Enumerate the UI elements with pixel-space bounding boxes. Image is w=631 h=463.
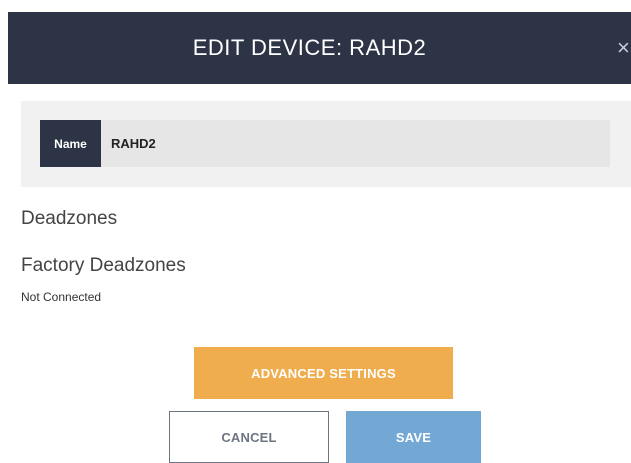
deadzones-heading: Deadzones <box>21 208 118 229</box>
modal-header: EDIT DEVICE: RAHD2 × <box>8 12 631 84</box>
modal-title: EDIT DEVICE: RAHD2 <box>192 35 427 60</box>
name-panel: Name <box>21 101 631 187</box>
name-input[interactable] <box>101 120 610 167</box>
name-label: Name <box>40 120 101 167</box>
factory-deadzones-heading: Factory Deadzones <box>21 255 186 276</box>
name-field: Name <box>40 120 610 167</box>
save-button[interactable]: SAVE <box>346 411 481 463</box>
connection-status: Not Connected <box>21 290 102 304</box>
advanced-settings-button[interactable]: ADVANCED SETTINGS <box>194 347 453 399</box>
close-icon[interactable]: × <box>617 36 631 60</box>
cancel-button[interactable]: CANCEL <box>169 411 329 463</box>
